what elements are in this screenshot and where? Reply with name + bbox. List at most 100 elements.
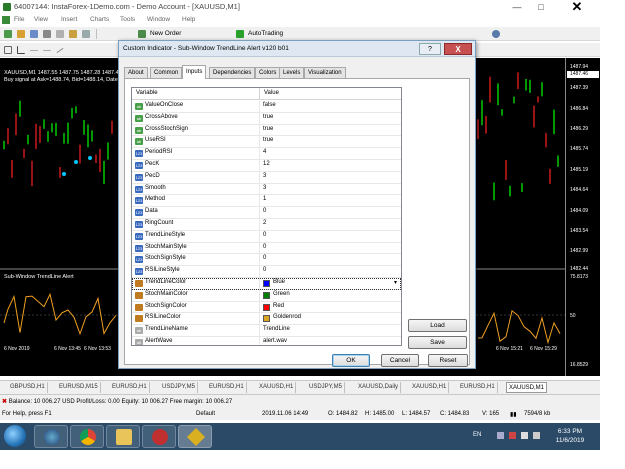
param-row[interactable]: ab TrendLineName TrendLine [132,325,401,337]
save-button[interactable]: Save [408,336,467,349]
param-row[interactable]: StochMainColor Green [132,289,401,302]
terminal-icon[interactable] [69,30,77,38]
tab-about[interactable]: About [124,67,148,78]
clock[interactable]: 6:33 PM 11/6/2019 [548,427,592,445]
chevron-down-icon[interactable]: ▾ [394,279,397,286]
param-value[interactable]: 3 [263,173,266,179]
minimize-icon[interactable]: — [508,1,526,13]
param-value[interactable]: TrendLine [263,326,290,332]
tray-flag-icon[interactable] [509,432,516,439]
start-button[interactable] [4,425,26,447]
search-icon[interactable] [492,30,500,38]
param-row[interactable]: StochSignColor Red [132,301,401,314]
new-chart-icon[interactable] [4,30,12,38]
reset-button[interactable]: Reset [428,354,468,367]
tab-common[interactable]: Common [150,67,183,78]
param-row[interactable]: 123 PeriodRSI 4 [132,148,401,160]
param-value[interactable]: Green [273,291,290,297]
volume-icon[interactable] [533,432,540,439]
menu-tools[interactable]: Tools [120,16,135,23]
param-value[interactable]: true [263,126,273,132]
param-value[interactable]: 0 [263,255,266,261]
param-row[interactable]: 123 StochSignStyle 0 [132,254,401,267]
chart-tab[interactable]: EURUSD,H1 [110,382,150,393]
param-row[interactable]: 123 Data 0 [132,207,401,219]
maximize-icon[interactable]: □ [532,1,550,13]
chart-tab[interactable]: EURUSD,M15 [57,382,101,393]
param-row[interactable]: TrendLineColor Blue ▾ [132,277,401,290]
strategy-tester-icon[interactable] [82,30,90,38]
param-value[interactable]: true [263,137,273,143]
param-value[interactable]: alert.wav [263,338,287,344]
chart-tab[interactable]: USDJPY,M5 [160,382,198,393]
taskbar-chrome[interactable] [70,425,104,448]
taskbar-metatrader[interactable] [178,425,212,448]
param-row[interactable]: 123 StochMainStyle 0 [132,242,401,255]
autotrading-icon[interactable] [236,30,244,38]
param-row[interactable]: 123 RingCount 2 [132,218,401,231]
taskbar-app[interactable] [142,425,176,448]
tab-colors[interactable]: Colors [255,67,281,78]
taskbar-ie[interactable] [34,425,68,448]
language-indicator[interactable]: EN [473,432,481,438]
menu-help[interactable]: Help [182,16,195,23]
chart-tab-active[interactable]: XAUUSD,M1 [506,382,548,393]
param-row[interactable]: ab AlertWave alert.wav [132,336,401,345]
menu-view[interactable]: View [34,16,48,23]
profiles-icon[interactable] [17,30,25,38]
param-value[interactable]: Goldenrod [273,314,301,320]
param-row[interactable]: 123 Method 1 [132,195,401,208]
param-value[interactable]: Blue [273,279,285,285]
close-all-icon[interactable]: ✖ [2,399,7,405]
param-value[interactable]: 1 [263,196,266,202]
cursor-icon[interactable] [4,46,12,54]
param-row[interactable]: 123 TrendLineStyle 0 [132,230,401,243]
tab-visualization[interactable]: Visualization [304,67,346,78]
param-value[interactable]: 0 [263,244,266,250]
menu-window[interactable]: Window [147,16,170,23]
column-variable[interactable]: Variable [136,90,158,96]
chart-tab[interactable]: USDJPY,M5 [307,382,345,393]
chart-tab[interactable]: XAUUSD,H1 [410,382,450,393]
tray-arrow-icon[interactable] [497,432,504,439]
param-value[interactable]: 3 [263,185,266,191]
param-value[interactable]: 0 [263,208,266,214]
param-value[interactable]: 0 [263,267,266,273]
param-row[interactable]: 123 Smooth 3 [132,183,401,196]
cancel-button[interactable]: Cancel [381,354,419,367]
crosshair-icon[interactable] [17,46,25,54]
chart-tab[interactable]: XAUUSD,Daily [356,382,402,393]
tab-levels[interactable]: Levels [279,67,305,78]
help-button[interactable]: ? [419,43,441,55]
vertical-line-icon[interactable] [30,50,38,51]
new-order-button[interactable]: New Order [150,29,181,39]
close-icon[interactable]: ✕ [560,0,594,14]
chart-tab[interactable]: GBPUSD,H1 [8,382,48,393]
param-value[interactable]: false [263,102,276,108]
horizontal-line-icon[interactable] [43,50,51,51]
data-window-icon[interactable] [43,30,51,38]
param-row[interactable]: 123 PecK 12 [132,159,401,172]
param-row[interactable]: 123 RSILineStyle 0 [132,266,401,278]
param-value[interactable]: 12 [263,161,270,167]
menu-insert[interactable]: Insert [61,16,77,23]
tab-inputs[interactable]: Inputs [182,65,207,79]
param-row[interactable]: RSILineColor Goldenrod [132,313,401,326]
param-value[interactable]: Red [273,303,284,309]
dialog-close-button[interactable]: X [444,43,472,55]
chart-tab[interactable]: EURUSD,H1 [458,382,498,393]
param-value[interactable]: true [263,114,273,120]
taskbar-explorer[interactable] [106,425,140,448]
param-row[interactable]: ab ValueOnClose false [132,101,401,113]
ok-button[interactable]: OK [332,354,370,367]
market-watch-icon[interactable] [30,30,38,38]
param-row[interactable]: ab UseRSI true [132,136,401,149]
tab-dependencies[interactable]: Dependencies [209,67,256,78]
new-order-icon[interactable] [138,30,146,38]
menu-charts[interactable]: Charts [90,16,109,23]
menu-file[interactable]: File [14,16,24,23]
param-value[interactable]: 0 [263,232,266,238]
autotrading-button[interactable]: AutoTrading [248,29,283,39]
navigator-icon[interactable] [56,30,64,38]
load-button[interactable]: Load [408,319,467,332]
